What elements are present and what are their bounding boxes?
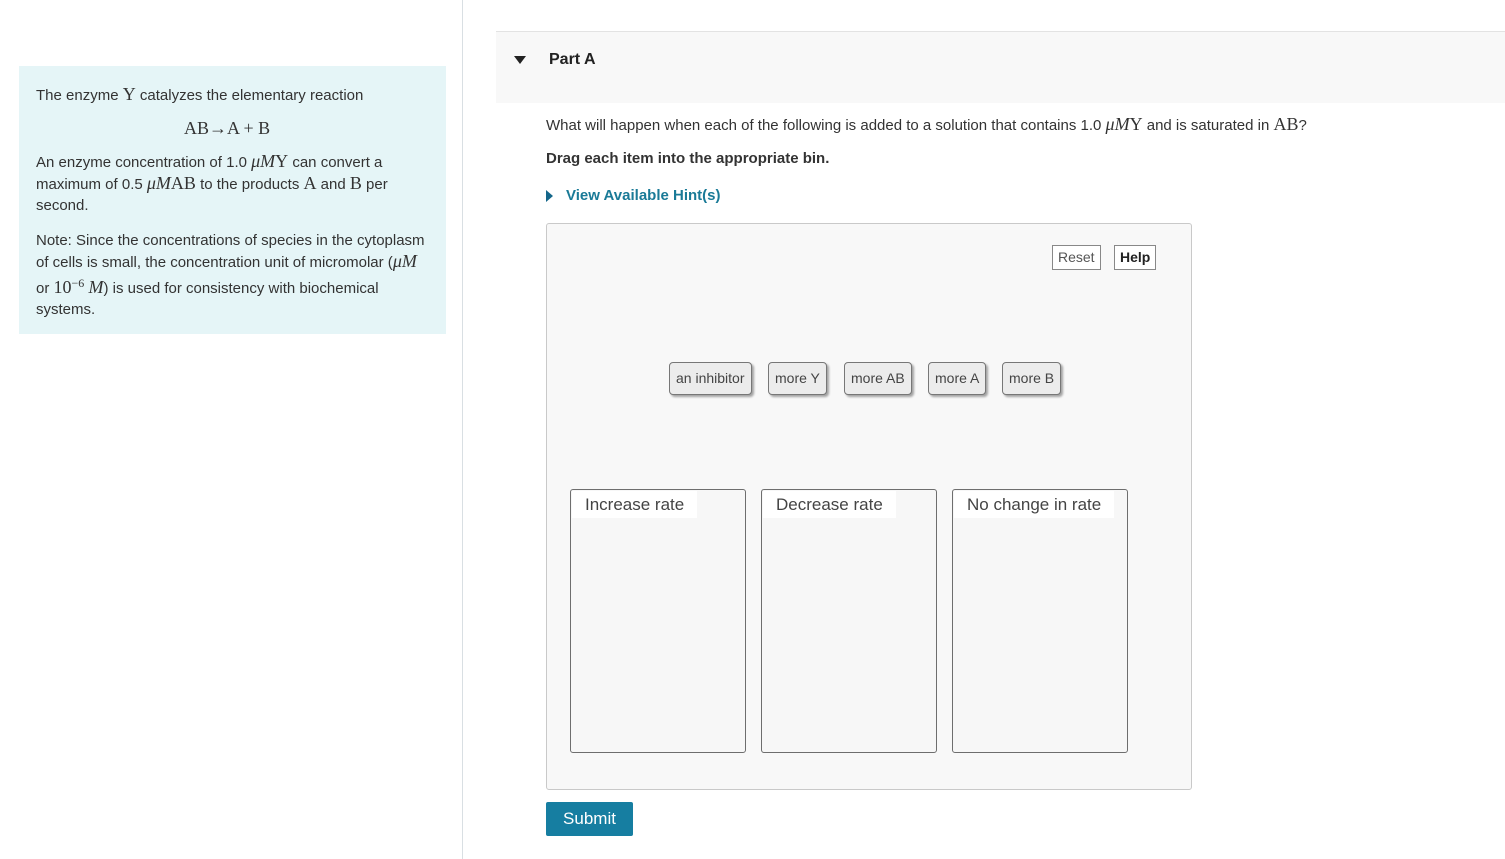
power-base: 10	[53, 277, 72, 297]
drag-drop-area: Reset Help an inhibitor more Y more AB m…	[546, 223, 1192, 790]
drag-item-more-ab[interactable]: more AB	[844, 362, 912, 395]
unit: μM	[146, 173, 171, 193]
unit: μM	[1105, 114, 1130, 134]
intro-paragraph: An enzyme concentration of 1.0 μMY can c…	[36, 151, 430, 216]
intro-text: catalyzes the elementary reaction	[135, 87, 364, 104]
part-header[interactable]: Part A	[496, 31, 1505, 103]
symbol: AB	[170, 173, 196, 193]
drag-item-inhibitor[interactable]: an inhibitor	[669, 362, 752, 395]
drag-item-more-a[interactable]: more A	[928, 362, 987, 395]
unit: μM	[251, 151, 276, 171]
part-title: Part A	[549, 51, 596, 68]
enzyme-symbol: Y	[122, 84, 136, 104]
intro-line: The enzyme Y catalyzes the elementary re…	[36, 84, 430, 106]
symbol: AB	[1273, 114, 1299, 134]
symbol: Y	[1129, 114, 1143, 134]
submit-button[interactable]: Submit	[546, 802, 633, 836]
symbol: B	[349, 173, 362, 193]
text: An enzyme concentration of 1.0	[36, 154, 252, 171]
help-button[interactable]: Help	[1114, 245, 1157, 270]
text: Note: Since the concentrations of specie…	[36, 232, 425, 271]
bin-increase-rate[interactable]: Increase rate	[570, 489, 746, 753]
instruction-text: Drag each item into the appropriate bin.	[546, 150, 830, 167]
drag-item-more-b[interactable]: more B	[1002, 362, 1062, 395]
text: What will happen when each of the follow…	[546, 117, 1106, 134]
text: or	[36, 280, 54, 297]
text: ?	[1298, 117, 1307, 134]
bin-no-change[interactable]: No change in rate	[952, 489, 1128, 753]
text: to the products	[195, 176, 304, 193]
question-text: What will happen when each of the follow…	[546, 114, 1307, 135]
text: and	[316, 176, 350, 193]
unit: μM	[392, 251, 417, 271]
drag-item-more-y[interactable]: more Y	[768, 362, 827, 395]
text: and is saturated in	[1142, 117, 1274, 134]
symbol: A	[303, 173, 317, 193]
panel-divider	[462, 0, 463, 859]
bin-label: No change in rate	[954, 491, 1115, 518]
intro-note: Note: Since the concentrations of specie…	[36, 230, 430, 320]
caret-down-icon[interactable]	[514, 56, 526, 64]
exponent: −6	[71, 276, 85, 290]
unit: M	[88, 277, 104, 297]
hints-label[interactable]: View Available Hint(s)	[566, 187, 721, 204]
reaction-equation: AB→A + B	[184, 118, 271, 138]
bin-decrease-rate[interactable]: Decrease rate	[761, 489, 937, 753]
bin-label: Decrease rate	[763, 491, 896, 518]
intro-text: The enzyme	[36, 87, 123, 104]
caret-right-icon[interactable]	[546, 189, 553, 202]
symbol: Y	[275, 151, 289, 171]
bin-label: Increase rate	[572, 491, 698, 518]
reset-button[interactable]: Reset	[1052, 245, 1101, 270]
view-hints-link[interactable]: View Available Hint(s)	[546, 187, 721, 204]
intro-panel: The enzyme Y catalyzes the elementary re…	[19, 66, 446, 334]
